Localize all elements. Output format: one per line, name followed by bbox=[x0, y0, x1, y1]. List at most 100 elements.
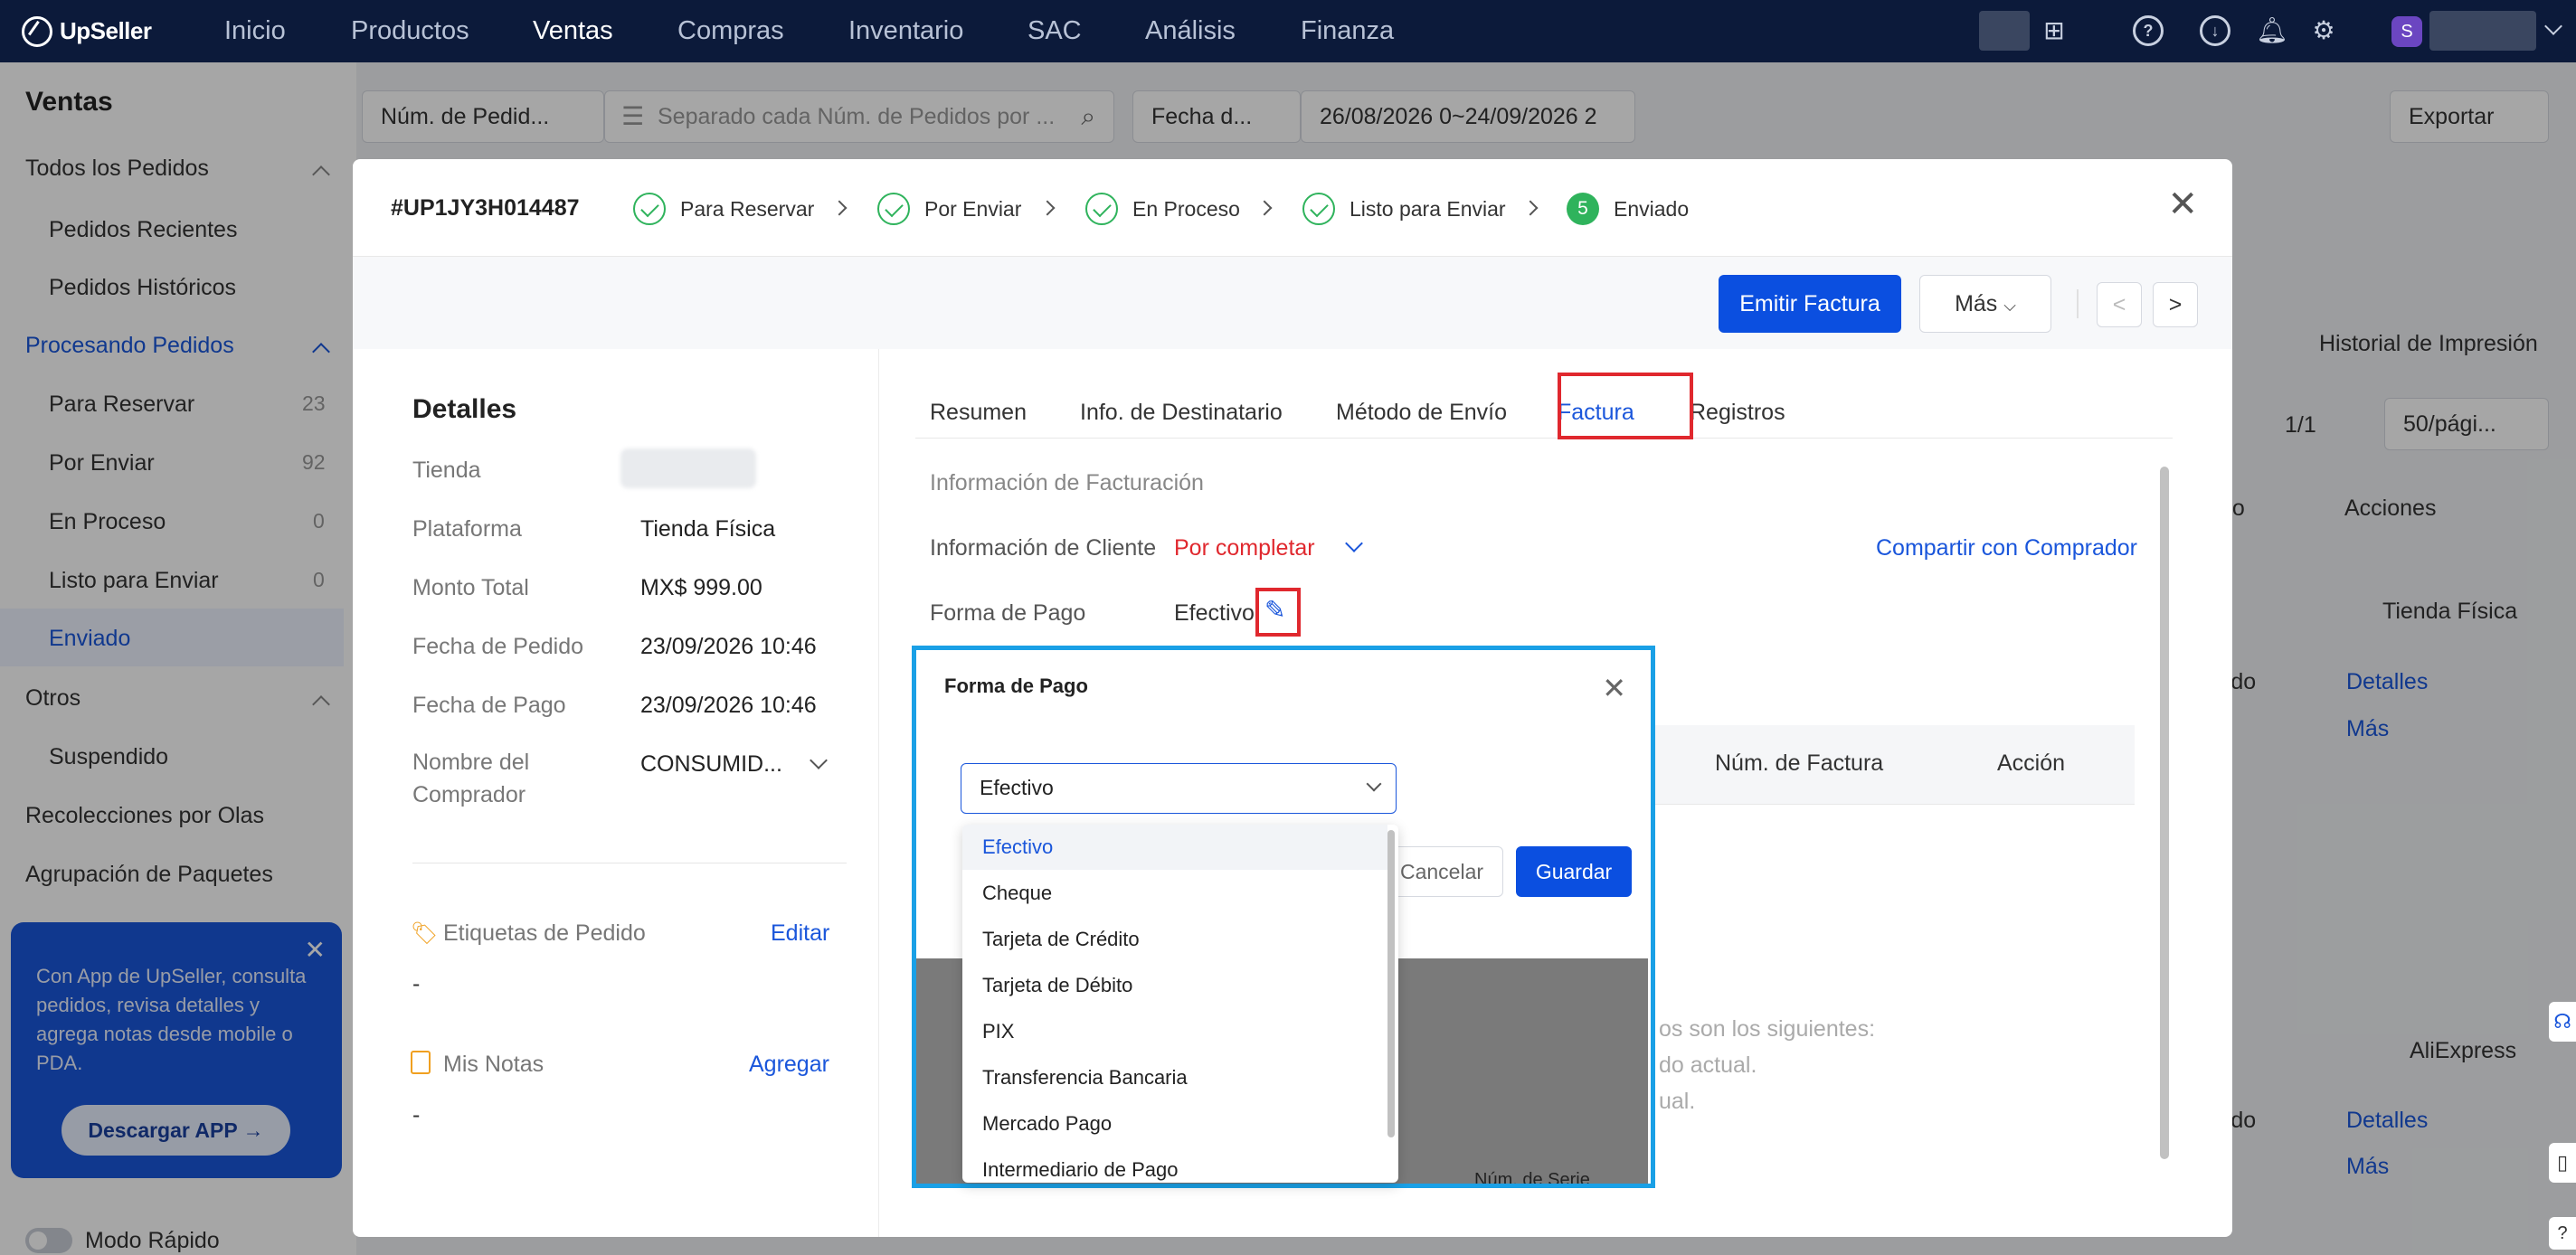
tab-recipient[interactable]: Info. de Destinatario bbox=[1080, 400, 1283, 426]
bell-icon[interactable]: 🔔︎ bbox=[2256, 15, 2288, 46]
order-id: #UP1JY3H014487 bbox=[391, 195, 580, 221]
option-cheque[interactable]: Cheque bbox=[982, 882, 1052, 905]
username-blur bbox=[2429, 11, 2536, 51]
action-bar: Emitir Factura Más ⌵ < > bbox=[353, 257, 2232, 349]
tags-label: Etiquetas de Pedido bbox=[443, 920, 646, 946]
step-to-reserve: Para Reservar bbox=[633, 192, 814, 226]
tab-highlight-box bbox=[1558, 373, 1693, 439]
col-invoice-number: Núm. de Factura bbox=[1715, 750, 1884, 776]
buyer-value: CONSUMID... bbox=[640, 751, 782, 777]
order-date-value: 23/09/2026 10:46 bbox=[640, 634, 817, 659]
add-notes-link[interactable]: Agregar bbox=[749, 1052, 829, 1078]
option-mercado-pago[interactable]: Mercado Pago bbox=[982, 1112, 1112, 1136]
tab-shipping[interactable]: Método de Envío bbox=[1336, 400, 1507, 426]
divider bbox=[2077, 289, 2079, 318]
nav-inicio[interactable]: Inicio bbox=[224, 0, 286, 62]
account-chevron-icon[interactable] bbox=[2544, 17, 2562, 35]
expand-client-info-icon[interactable] bbox=[1345, 534, 1363, 552]
brand-logo[interactable]: UpSeller bbox=[22, 0, 152, 62]
option-payment-intermediary[interactable]: Intermediario de Pago bbox=[982, 1158, 1178, 1182]
note-line-2: do actual. bbox=[1659, 1052, 1757, 1078]
option-debit-card[interactable]: Tarjeta de Débito bbox=[982, 974, 1132, 997]
gear-icon[interactable]: ⚙ bbox=[2308, 15, 2339, 46]
check-icon bbox=[1085, 193, 1118, 225]
nav-analisis[interactable]: Análisis bbox=[1145, 0, 1236, 62]
avatar[interactable]: S bbox=[2391, 16, 2422, 47]
support-icon[interactable]: ☊ bbox=[2549, 1002, 2576, 1042]
note-line-3: ual. bbox=[1659, 1089, 1696, 1114]
emit-invoice-button[interactable]: Emitir Factura bbox=[1719, 275, 1901, 333]
top-nav-bar: UpSeller Inicio Productos Ventas Compras… bbox=[0, 0, 2576, 62]
step-number: 5 bbox=[1567, 193, 1599, 225]
nav-productos[interactable]: Productos bbox=[351, 0, 469, 62]
step-in-process: En Proceso bbox=[1085, 192, 1240, 226]
download-icon[interactable]: ↓ bbox=[2200, 15, 2230, 46]
details-title: Detalles bbox=[412, 394, 517, 424]
apps-grid-icon[interactable]: ⊞ bbox=[2039, 15, 2069, 46]
nav-sac[interactable]: SAC bbox=[1028, 0, 1082, 62]
step-chevron-icon bbox=[1039, 200, 1056, 216]
close-icon[interactable]: ✕ bbox=[2167, 186, 2198, 222]
store-label: Tienda bbox=[412, 458, 481, 483]
client-info-label: Información de Cliente bbox=[930, 535, 1157, 561]
check-icon bbox=[633, 193, 666, 225]
payment-method-label: Forma de Pago bbox=[930, 600, 1086, 626]
check-icon bbox=[1302, 193, 1335, 225]
buyer-label: Nombre del Comprador bbox=[412, 750, 530, 807]
note-line-1: os son los siguientes: bbox=[1659, 1016, 1876, 1042]
payment-method-value: Efectivo bbox=[1174, 600, 1255, 626]
edit-tags-link[interactable]: Editar bbox=[771, 920, 829, 947]
total-value: MX$ 999.00 bbox=[640, 575, 762, 600]
total-label: Monto Total bbox=[412, 575, 529, 600]
payment-options-dropdown: Efectivo Cheque Tarjeta de Crédito Tarje… bbox=[962, 825, 1398, 1183]
modal-header: #UP1JY3H014487 Para Reservar Por Enviar … bbox=[353, 159, 2232, 257]
order-detail-modal: #UP1JY3H014487 Para Reservar Por Enviar … bbox=[353, 159, 2232, 1237]
notes-icon bbox=[411, 1051, 431, 1074]
share-with-buyer-link[interactable]: Compartir con Comprador bbox=[1876, 535, 2137, 561]
option-efectivo[interactable]: Efectivo bbox=[982, 835, 1053, 859]
option-pix[interactable]: PIX bbox=[982, 1020, 1014, 1043]
client-info-status: Por completar bbox=[1174, 535, 1315, 561]
help-icon[interactable]: ? bbox=[2133, 15, 2164, 46]
nav-ventas[interactable]: Ventas bbox=[533, 0, 613, 62]
chevron-down-icon: ⌵ bbox=[2003, 297, 2016, 315]
nav-compras[interactable]: Compras bbox=[677, 0, 784, 62]
brand-icon bbox=[22, 15, 52, 47]
notes-label: Mis Notas bbox=[443, 1052, 545, 1077]
details-panel: Detalles Tienda Plataforma Tienda Física… bbox=[353, 349, 879, 1237]
help-float-icon[interactable]: ? bbox=[2549, 1217, 2576, 1250]
step-ready: Listo para Enviar bbox=[1302, 192, 1506, 226]
prev-order-button[interactable]: < bbox=[2097, 282, 2142, 327]
pay-date-value: 23/09/2026 10:46 bbox=[640, 693, 817, 718]
expand-buyer-icon[interactable] bbox=[810, 751, 828, 769]
col-action: Acción bbox=[1997, 750, 2066, 776]
content-scrollbar[interactable] bbox=[2160, 467, 2169, 1159]
tab-logs[interactable]: Registros bbox=[1690, 400, 1785, 426]
store-value-blur bbox=[620, 448, 756, 488]
check-icon bbox=[877, 193, 910, 225]
billing-info-title: Información de Facturación bbox=[930, 470, 1204, 495]
step-to-ship: Por Enviar bbox=[877, 192, 1021, 226]
pay-date-label: Fecha de Pago bbox=[412, 693, 566, 718]
detail-tabs: Resumen Info. de Destinatario Método de … bbox=[879, 349, 2232, 439]
edit-pencil-icon[interactable]: ✎ bbox=[1264, 595, 1285, 625]
nav-finanza[interactable]: Finanza bbox=[1301, 0, 1394, 62]
platform-value: Tienda Física bbox=[640, 516, 776, 542]
step-chevron-icon bbox=[831, 200, 848, 216]
notes-value: - bbox=[412, 1102, 421, 1128]
step-chevron-icon bbox=[1522, 200, 1539, 216]
tabs-divider bbox=[915, 438, 2173, 439]
tag-icon: 🏷︎ bbox=[411, 921, 439, 946]
step-chevron-icon bbox=[1256, 200, 1273, 216]
option-credit-card[interactable]: Tarjeta de Crédito bbox=[982, 928, 1140, 951]
dropdown-scrollbar[interactable] bbox=[1387, 830, 1395, 1137]
more-button[interactable]: Más ⌵ bbox=[1919, 275, 2051, 333]
nav-inventario[interactable]: Inventario bbox=[848, 0, 963, 62]
tab-summary[interactable]: Resumen bbox=[930, 400, 1027, 426]
tags-value: - bbox=[412, 971, 421, 996]
platform-label: Plataforma bbox=[412, 516, 522, 542]
next-order-button[interactable]: > bbox=[2153, 282, 2198, 327]
step-shipped: 5 Enviado bbox=[1567, 192, 1689, 226]
mobile-icon[interactable]: ▯ bbox=[2549, 1143, 2576, 1183]
option-bank-transfer[interactable]: Transferencia Bancaria bbox=[982, 1066, 1188, 1090]
